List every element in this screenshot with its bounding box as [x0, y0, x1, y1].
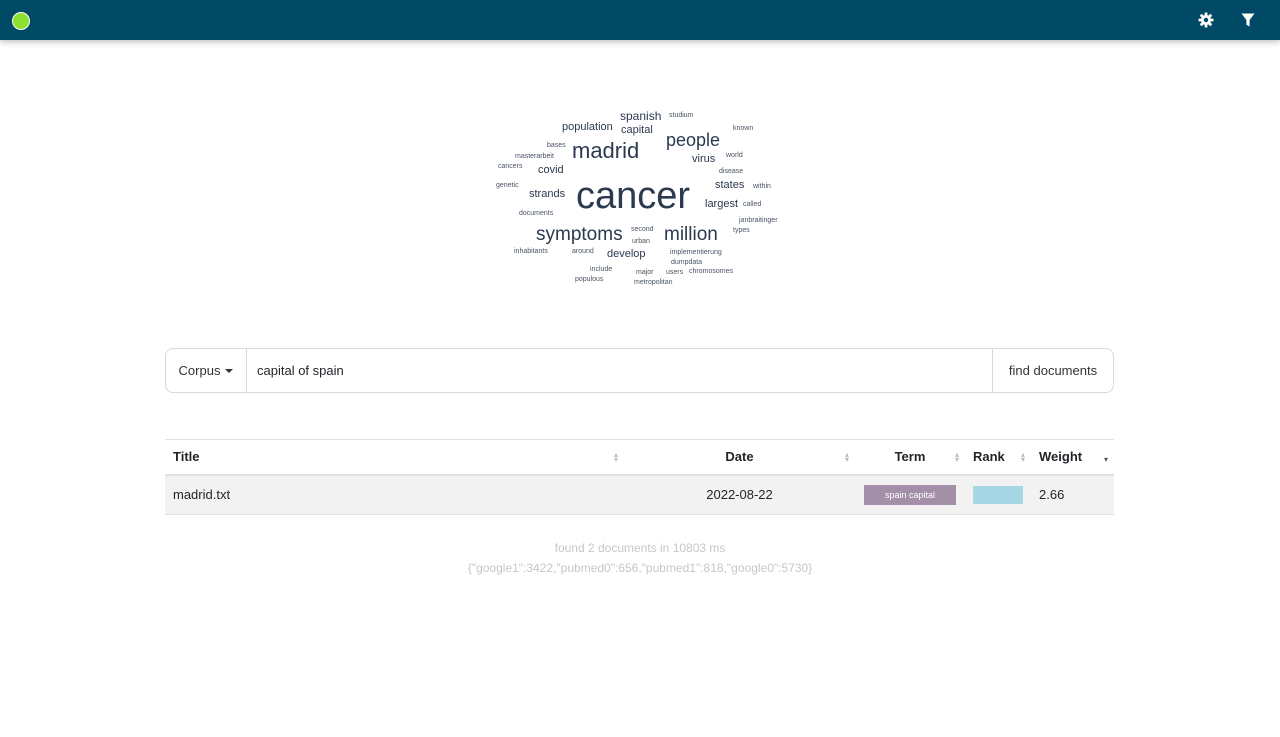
- search-bar: Corpus find documents: [165, 348, 1114, 393]
- results-table: Title ▴ ▾ Date ▴ ▾ Term ▴ ▾ Rank ▴ ▾ Weight: [165, 439, 1114, 515]
- sort-icon: ▴ ▾: [1020, 450, 1025, 464]
- word-cloud-term: develop: [607, 248, 646, 260]
- word-cloud-term: called: [743, 201, 762, 208]
- word-cloud-term: genetic: [496, 182, 519, 189]
- search-input[interactable]: [247, 349, 992, 392]
- find-documents-button[interactable]: find documents: [992, 349, 1113, 392]
- word-cloud-term: studium: [669, 112, 694, 119]
- sort-icon: ▴ ▾: [954, 450, 959, 464]
- term-badge: spain capital: [864, 484, 956, 505]
- table-row[interactable]: madrid.txt 2022-08-22 spain capital 2.66: [165, 474, 1114, 515]
- sort-icon: ▴ ▾: [613, 450, 618, 464]
- rank-bar: [973, 485, 1023, 504]
- word-cloud-term: people: [666, 130, 721, 150]
- word-cloud-term: strands: [529, 188, 566, 200]
- row-weight: 2.66: [1031, 474, 1114, 515]
- word-cloud-term: cancers: [498, 163, 523, 170]
- word-cloud-term: capital: [621, 124, 653, 136]
- word-cloud-term: metropolitan: [634, 279, 673, 286]
- word-cloud-term: populous: [575, 276, 604, 283]
- word-cloud-term: documents: [519, 210, 554, 217]
- sort-icon: ▴ ▾: [844, 450, 849, 464]
- word-cloud-term: covid: [538, 164, 564, 176]
- row-title: madrid.txt: [165, 474, 624, 515]
- word-cloud-term: bases: [547, 142, 566, 149]
- word-cloud-term: cancer: [576, 175, 691, 217]
- column-header-term[interactable]: Term ▴ ▾: [855, 440, 965, 475]
- corpus-dropdown-label: Corpus: [178, 363, 221, 378]
- word-cloud-term: types: [733, 227, 750, 234]
- column-header-title[interactable]: Title ▴ ▾: [165, 440, 624, 475]
- word-cloud-term: population: [562, 121, 613, 133]
- word-cloud-term: states: [715, 179, 745, 191]
- word-cloud-term: world: [726, 152, 743, 159]
- word-cloud-term: around: [572, 248, 594, 255]
- word-cloud-term: known: [733, 125, 754, 132]
- top-navbar: [0, 0, 1280, 40]
- word-cloud-term: inhabitants: [514, 248, 548, 255]
- word-cloud-term: virus: [692, 153, 716, 165]
- corpus-stats: {"google1":3422,"pubmed0":656,"pubmed1":…: [467, 561, 813, 575]
- status-indicator: [12, 12, 30, 30]
- table-header-row: Title ▴ ▾ Date ▴ ▾ Term ▴ ▾ Rank ▴ ▾ Weight: [165, 439, 1114, 475]
- word-cloud-term: include: [590, 266, 613, 273]
- word-cloud-term: disease: [719, 168, 744, 175]
- word-cloud-term: million: [664, 224, 718, 245]
- row-date: 2022-08-22: [624, 474, 855, 515]
- word-cloud-term: largest: [705, 198, 739, 210]
- word-cloud-term: second: [631, 226, 654, 233]
- word-cloud-term: janbraitinger: [739, 217, 778, 224]
- gear-icon[interactable]: [1196, 10, 1216, 30]
- word-cloud: cancer madrid symptoms million people spanish…: [490, 105, 800, 295]
- column-header-weight[interactable]: Weight ▾: [1031, 440, 1114, 475]
- word-cloud-term: masterarbeit: [515, 153, 554, 160]
- word-cloud-term: symptoms: [536, 224, 623, 245]
- word-cloud-term: urban: [632, 238, 650, 245]
- filter-icon[interactable]: [1238, 10, 1258, 30]
- word-cloud-term: users: [666, 269, 684, 276]
- sort-desc-icon: ▾: [1103, 455, 1108, 464]
- word-cloud-term: madrid: [572, 138, 640, 163]
- word-cloud-term: implementierung: [670, 249, 722, 256]
- word-cloud-term: major: [636, 269, 654, 276]
- corpus-dropdown[interactable]: Corpus: [166, 349, 247, 392]
- word-cloud-term: within: [753, 183, 771, 190]
- column-header-date[interactable]: Date ▴ ▾: [624, 440, 855, 475]
- word-cloud-term: chromosomes: [689, 268, 733, 275]
- word-cloud-term: dumpdata: [671, 259, 703, 266]
- word-cloud-term: spanish: [620, 109, 662, 123]
- results-summary: found 2 documents in 10803 ms: [554, 541, 726, 555]
- caret-down-icon: [225, 368, 234, 373]
- column-header-rank[interactable]: Rank ▴ ▾: [965, 440, 1031, 475]
